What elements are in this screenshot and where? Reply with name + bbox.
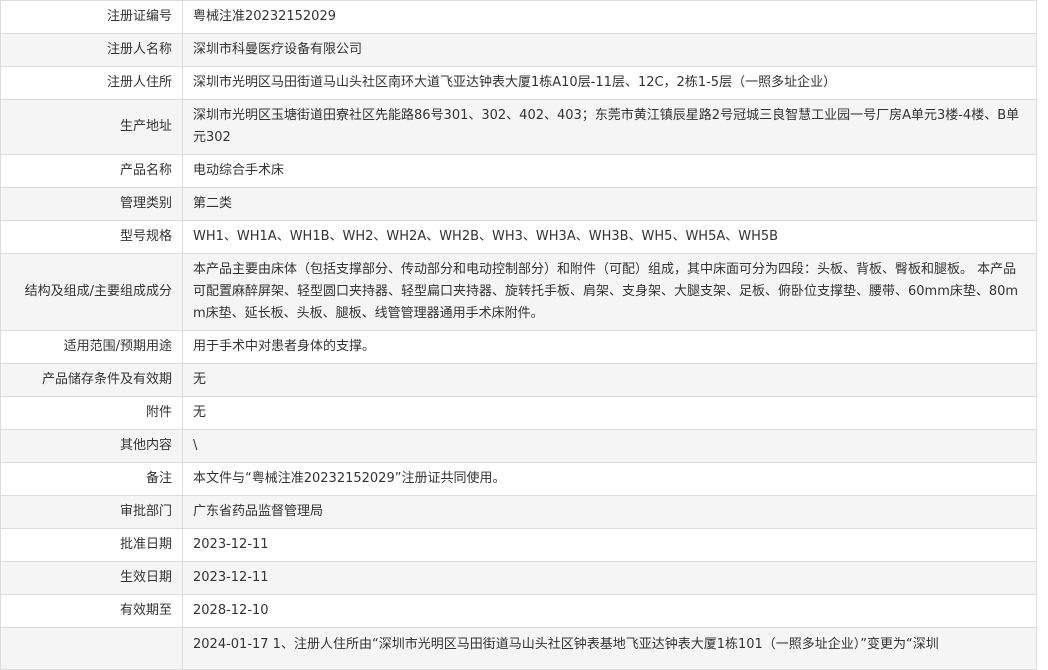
table-row: 管理类别 第二类 (0, 187, 1037, 221)
row-value: 广东省药品监督管理局 (182, 495, 1037, 529)
table-row: 有效期至 2028-12-10 (0, 594, 1037, 628)
table-row: 注册人住所 深圳市光明区马田街道马山头社区南环大道飞亚达钟表大厦1栋A10层-1… (0, 66, 1037, 100)
row-value: 本产品主要由床体（包括支撑部分、传动部分和电动控制部分）和附件（可配）组成，其中… (182, 253, 1037, 331)
table-row: 附件 无 (0, 396, 1037, 430)
table-row: 生产地址 深圳市光明区玉塘街道田寮社区先能路86号301、302、402、403… (0, 99, 1037, 155)
table-row: 产品储存条件及有效期 无 (0, 363, 1037, 397)
table-row: 产品名称 电动综合手术床 (0, 154, 1037, 188)
row-label (0, 627, 183, 670)
row-label: 备注 (0, 462, 183, 496)
row-label: 附件 (0, 396, 183, 430)
row-label: 注册人住所 (0, 66, 183, 100)
table-row: 批准日期 2023-12-11 (0, 528, 1037, 562)
row-label: 注册证编号 (0, 0, 183, 34)
row-label: 型号规格 (0, 220, 183, 254)
row-value: 本文件与“粤械注准20232152029”注册证共同使用。 (182, 462, 1037, 496)
row-label: 生效日期 (0, 561, 183, 595)
row-value: 用于手术中对患者身体的支撑。 (182, 330, 1037, 364)
row-value: 深圳市光明区马田街道马山头社区南环大道飞亚达钟表大厦1栋A10层-11层、12C… (182, 66, 1037, 100)
table-row: 生效日期 2023-12-11 (0, 561, 1037, 595)
row-value: 粤械注准20232152029 (182, 0, 1037, 34)
table-row: 注册证编号 粤械注准20232152029 (0, 0, 1037, 34)
row-value: 深圳市科曼医疗设备有限公司 (182, 33, 1037, 67)
row-label: 批准日期 (0, 528, 183, 562)
row-value: \ (182, 429, 1037, 463)
row-label: 产品储存条件及有效期 (0, 363, 183, 397)
row-label: 产品名称 (0, 154, 183, 188)
table-row: 备注 本文件与“粤械注准20232152029”注册证共同使用。 (0, 462, 1037, 496)
table-row: 适用范围/预期用途 用于手术中对患者身体的支撑。 (0, 330, 1037, 364)
row-label: 审批部门 (0, 495, 183, 529)
row-label: 适用范围/预期用途 (0, 330, 183, 364)
row-value: 2024-01-17 1、注册人住所由“深圳市光明区马田街道马山头社区钟表基地飞… (182, 627, 1037, 670)
row-label: 管理类别 (0, 187, 183, 221)
row-value: 2023-12-11 (182, 561, 1037, 595)
row-value: 2028-12-10 (182, 594, 1037, 628)
row-value: 2023-12-11 (182, 528, 1037, 562)
row-value: 深圳市光明区玉塘街道田寮社区先能路86号301、302、402、403；东莞市黄… (182, 99, 1037, 155)
row-label: 有效期至 (0, 594, 183, 628)
row-value: 电动综合手术床 (182, 154, 1037, 188)
table-row: 注册人名称 深圳市科曼医疗设备有限公司 (0, 33, 1037, 67)
table-row: 其他内容 \ (0, 429, 1037, 463)
table-row: 2024-01-17 1、注册人住所由“深圳市光明区马田街道马山头社区钟表基地飞… (0, 627, 1037, 670)
table-row: 审批部门 广东省药品监督管理局 (0, 495, 1037, 529)
row-value: 无 (182, 363, 1037, 397)
registration-info-table: 注册证编号 粤械注准20232152029 注册人名称 深圳市科曼医疗设备有限公… (0, 0, 1037, 670)
row-label: 注册人名称 (0, 33, 183, 67)
row-value: 第二类 (182, 187, 1037, 221)
row-label: 生产地址 (0, 99, 183, 155)
row-label: 结构及组成/主要组成成分 (0, 253, 183, 331)
row-value: 无 (182, 396, 1037, 430)
table-row: 结构及组成/主要组成成分 本产品主要由床体（包括支撑部分、传动部分和电动控制部分… (0, 253, 1037, 331)
row-label: 其他内容 (0, 429, 183, 463)
table-row: 型号规格 WH1、WH1A、WH1B、WH2、WH2A、WH2B、WH3、WH3… (0, 220, 1037, 254)
row-value: WH1、WH1A、WH1B、WH2、WH2A、WH2B、WH3、WH3A、WH3… (182, 220, 1037, 254)
